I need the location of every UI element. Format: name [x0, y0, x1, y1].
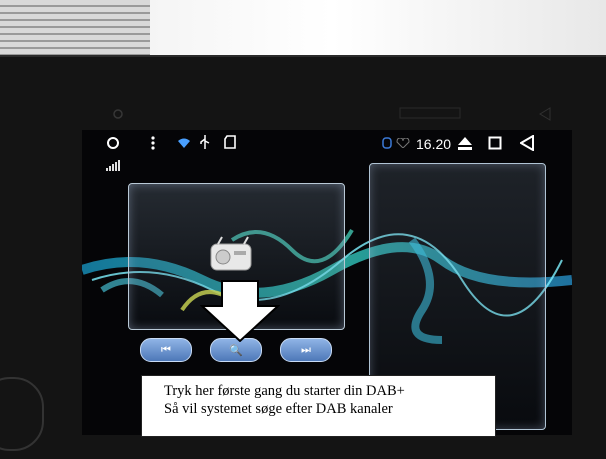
instruction-annotation: Tryk her første gang du starter din DAB+…: [141, 375, 496, 437]
wall-background: [150, 0, 606, 58]
radio-device-icon: [210, 236, 252, 271]
back-triangle-icon[interactable]: [520, 135, 534, 151]
down-arrow-annotation: [200, 280, 280, 342]
window-blinds: [0, 0, 150, 58]
recents-square-icon[interactable]: [488, 136, 502, 150]
usb-icon: [200, 135, 210, 149]
glass-reflection: [113, 107, 551, 121]
sd-card-icon: [224, 135, 236, 149]
prev-channel-button[interactable]: ⏮: [140, 338, 192, 362]
next-channel-button[interactable]: ⏭: [280, 338, 332, 362]
wifi-icon: [178, 138, 190, 148]
instruction-line-2: Så vil systemet søge efter DAB kanaler: [164, 401, 393, 417]
search-icon: 🔍: [229, 343, 243, 357]
status-time: 16.20: [416, 136, 452, 152]
notification-icon: [382, 137, 392, 149]
skip-previous-icon: ⏮: [161, 343, 171, 356]
skip-next-icon: ⏭: [301, 343, 311, 356]
more-vert-icon[interactable]: [150, 136, 156, 152]
instruction-line-1: Tryk her første gang du starter din DAB+: [164, 383, 405, 399]
heart-icon: [396, 138, 410, 148]
eject-icon[interactable]: [458, 137, 472, 150]
circle-icon[interactable]: [106, 136, 120, 150]
volume-knob: [0, 377, 44, 451]
signal-bars-icon: [106, 160, 120, 171]
